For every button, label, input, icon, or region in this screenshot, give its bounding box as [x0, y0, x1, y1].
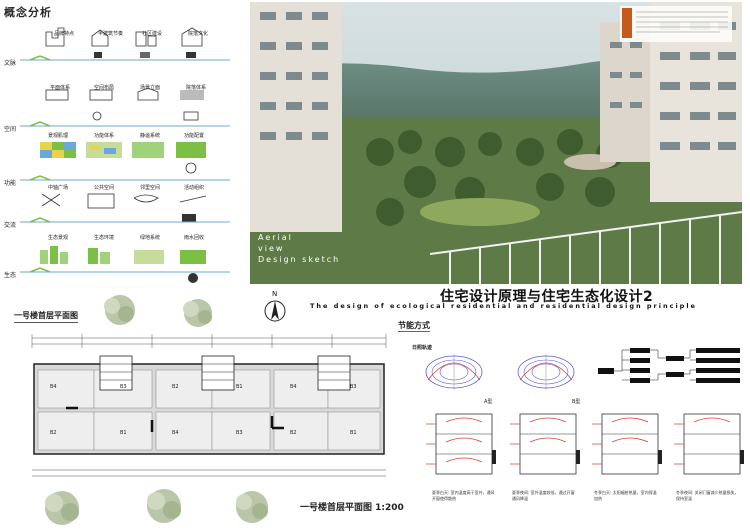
room-label: B2 [50, 430, 57, 436]
room-label: B3 [120, 384, 127, 390]
concept-tag: 功能体系 [94, 133, 115, 139]
concept-tag: 静谧系统 [140, 133, 161, 139]
floor-plan-drawing [31, 334, 387, 477]
room-label: B2 [290, 430, 297, 436]
shrub-icon [147, 489, 181, 523]
concept-tag: 空间布局 [94, 85, 115, 91]
energy-note-1: 夏季白天: 室内温度高于室外，通风开窗使得散热 [432, 490, 495, 501]
north-arrow-icon [264, 300, 286, 322]
type-b-label: B型 [572, 399, 581, 405]
energy-note-4: 冬季夜间: 关闭门窗减少热量损失，保持室温 [676, 490, 739, 501]
concept-tag: 邻里空间 [140, 185, 161, 191]
sun-path-diagram-b [517, 354, 575, 390]
concept-row-label-1: 文脉 [4, 60, 17, 67]
energy-note-2: 夏季夜间: 室外温度较低，通过开窗通风降温 [512, 490, 575, 501]
aerial-caption-line-2: view [258, 244, 285, 253]
concept-tag: 生态环境 [94, 235, 115, 241]
shrub-icon [183, 299, 212, 327]
shrub-icon [104, 295, 135, 325]
aerial-caption: Aerial view Design sketch [258, 232, 340, 265]
concept-tag: 公共空间 [94, 185, 115, 191]
concept-tag: 院落体系 [186, 85, 207, 91]
north-label: N [272, 290, 278, 298]
concept-tag: 半建筑节奏 [98, 31, 124, 37]
room-label: B3 [236, 430, 243, 436]
concept-row-3-blocks [40, 142, 206, 174]
energy-flow-chart [598, 348, 740, 383]
concept-row-label-5: 生态 [4, 272, 17, 279]
concept-tag: 功能配置 [184, 133, 205, 139]
energy-note-3: 冬季白天: 太阳辐射热量，室内保温加热 [594, 490, 657, 501]
concept-tag: 活动组织 [184, 185, 205, 191]
ventilation-sections [426, 413, 744, 475]
room-label: B1 [120, 430, 127, 436]
shrub-icon [236, 491, 268, 523]
room-label: B4 [172, 430, 179, 436]
concept-row-label-4: 交流 [4, 222, 17, 229]
concept-row-4-icons [41, 193, 207, 222]
shrub-icon [45, 491, 79, 525]
aerial-caption-line-3: Design sketch [258, 255, 341, 264]
concept-row-5-icons [40, 246, 206, 283]
concept-tag: 院落文化 [188, 31, 209, 37]
energy-title: 节能方式 [398, 321, 430, 332]
poster-subtitle: The design of ecological residential and… [310, 302, 697, 310]
concept-tag: 中轴广场 [48, 185, 69, 191]
concept-tag: 生态景观 [48, 235, 69, 241]
sun-path-diagram-a [425, 354, 483, 390]
concept-tag: 绿地系统 [140, 235, 161, 241]
plan-title-top: 一号楼首层平面图 [14, 310, 78, 323]
room-label: B1 [236, 384, 243, 390]
plan-title-bottom: 一号楼首层平面图 1:200 [300, 503, 404, 513]
concept-tag: 社区建设 [142, 31, 163, 37]
concept-diagram [20, 27, 230, 283]
concept-tag: 场景立面 [140, 85, 161, 91]
room-label: B2 [172, 384, 179, 390]
room-label: B4 [290, 384, 297, 390]
concept-row-label-3: 功能 [4, 180, 17, 187]
aerial-caption-line-1: Aerial [258, 233, 293, 242]
concept-row-2-icons [45, 87, 204, 121]
room-label: B4 [50, 384, 57, 390]
concept-tag: 景观肌理 [48, 133, 69, 139]
concept-tag: 平面体系 [50, 85, 71, 91]
room-label: B1 [350, 430, 357, 436]
concept-tag: 品牌特点 [54, 31, 75, 37]
concept-tag: 雨水回收 [184, 235, 205, 241]
room-label: B3 [350, 384, 357, 390]
concept-row-label-2: 空间 [4, 126, 17, 133]
type-a-label: A型 [484, 399, 493, 405]
